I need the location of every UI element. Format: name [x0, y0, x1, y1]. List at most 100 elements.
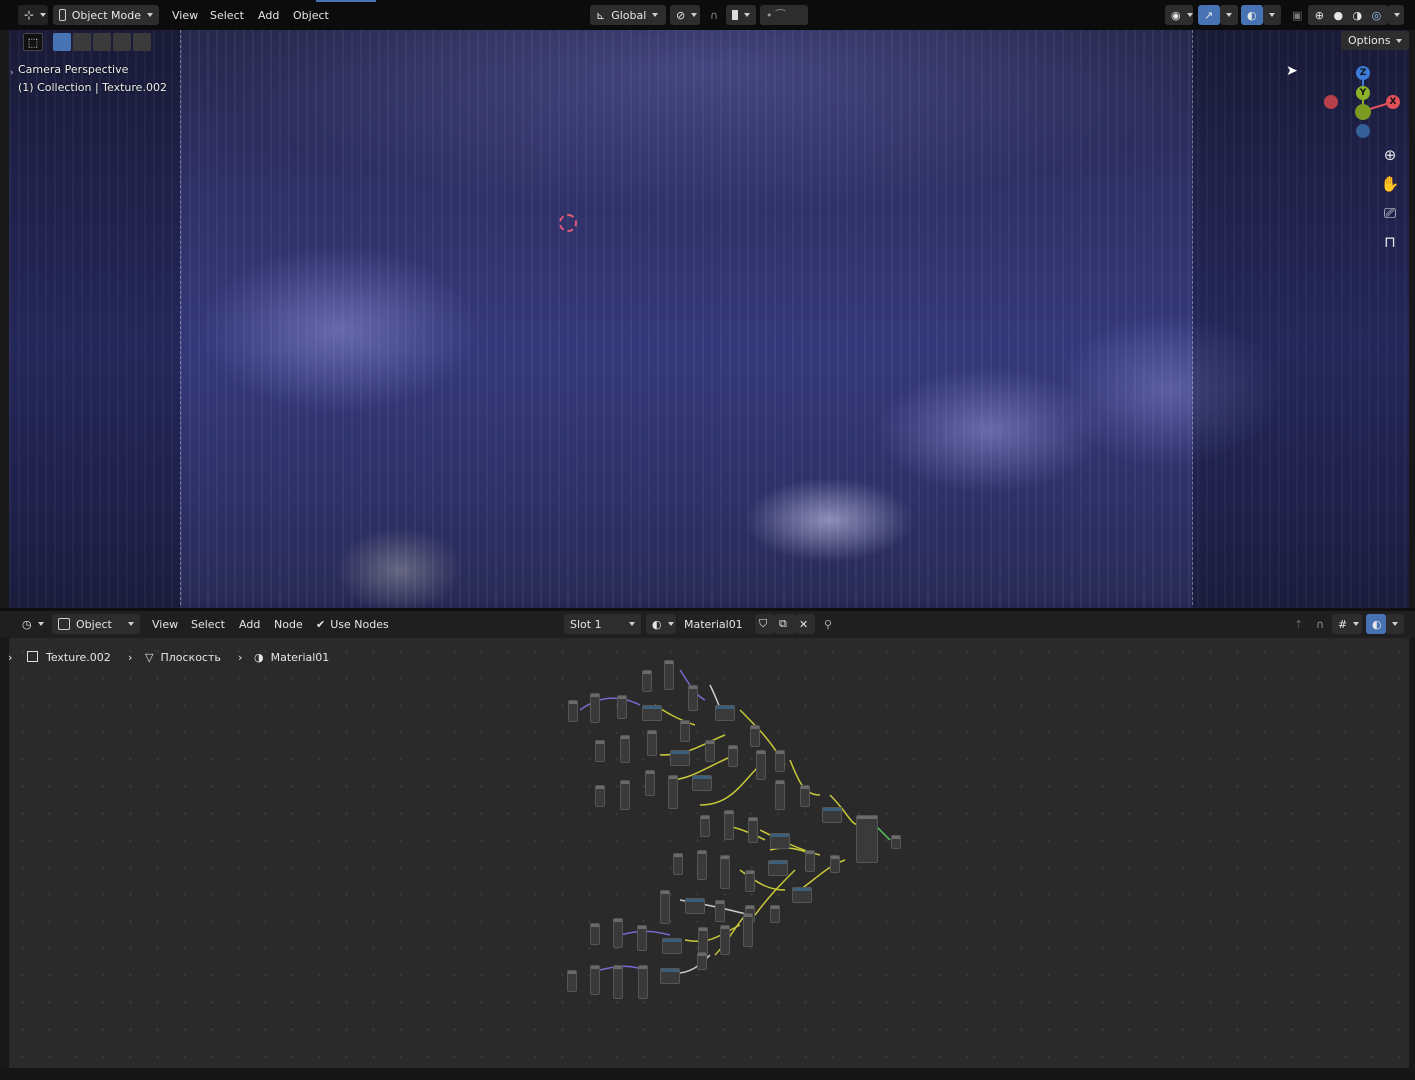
shader-type-dropdown[interactable]: Object — [52, 614, 140, 634]
xray-toggle[interactable]: ▣ — [1286, 5, 1306, 25]
node[interactable] — [720, 855, 730, 889]
node[interactable] — [638, 965, 648, 999]
visibility-dropdown[interactable]: ◉ — [1165, 5, 1193, 25]
material-shading-icon[interactable]: ◑ — [1353, 9, 1363, 22]
node[interactable] — [692, 775, 712, 791]
node[interactable] — [822, 807, 842, 823]
node[interactable] — [664, 660, 674, 690]
slot-dropdown[interactable]: Slot 1 — [564, 614, 641, 634]
node[interactable] — [645, 770, 655, 796]
node[interactable] — [830, 855, 840, 873]
node[interactable] — [697, 952, 707, 970]
shading-buttons[interactable]: ⊕ ● ◑ ◎ — [1308, 5, 1388, 25]
node[interactable] — [668, 775, 678, 809]
select-tool-icon[interactable]: ⬚ — [23, 33, 43, 51]
gizmo-z-axis[interactable]: Z — [1356, 66, 1370, 80]
node-overlays-dropdown[interactable] — [1386, 614, 1404, 634]
node-snap-dropdown[interactable]: # — [1332, 614, 1362, 634]
shading-dropdown[interactable] — [1388, 5, 1404, 25]
gizmo-x-axis[interactable]: X — [1386, 95, 1400, 109]
select-extend-icon[interactable] — [73, 33, 91, 51]
node[interactable] — [705, 740, 715, 762]
node[interactable] — [620, 735, 630, 763]
node[interactable] — [891, 835, 901, 849]
mode-dropdown[interactable]: Object Mode — [53, 5, 159, 25]
node[interactable] — [660, 968, 680, 984]
material-name-field[interactable]: Material01 — [678, 614, 754, 634]
node[interactable] — [800, 785, 810, 807]
node[interactable] — [662, 938, 682, 954]
node[interactable] — [748, 817, 758, 843]
select-new-icon[interactable] — [53, 33, 71, 51]
snap-toggle[interactable]: ∩ — [704, 5, 728, 25]
gizmo-dropdown[interactable] — [1220, 5, 1238, 25]
node[interactable] — [647, 730, 657, 756]
node[interactable] — [595, 785, 605, 807]
unlink-material-button[interactable]: ✕ — [795, 614, 815, 634]
node-menu-add[interactable]: Add — [233, 614, 266, 634]
node[interactable] — [617, 695, 627, 719]
node-menu-node[interactable]: Node — [268, 614, 309, 634]
navigation-gizmo[interactable]: Z Y X — [1319, 64, 1400, 144]
node[interactable] — [567, 970, 577, 992]
zoom-icon[interactable]: ⊕ — [1379, 144, 1401, 166]
node[interactable] — [673, 853, 683, 875]
node[interactable] — [590, 965, 600, 995]
gizmo-neg-y[interactable] — [1355, 104, 1371, 120]
gizmo-neg-z[interactable] — [1356, 124, 1370, 138]
node[interactable] — [728, 745, 738, 767]
menu-object[interactable]: Object — [287, 5, 335, 25]
node[interactable] — [688, 685, 698, 711]
select-subtract-icon[interactable] — [93, 33, 111, 51]
node[interactable] — [756, 750, 766, 780]
node[interactable] — [568, 700, 578, 722]
node[interactable] — [685, 898, 705, 914]
toolbar-expand-icon[interactable]: › — [10, 68, 14, 78]
overlays-dropdown[interactable] — [1263, 5, 1281, 25]
node[interactable] — [805, 850, 815, 872]
gizmo-y-axis[interactable]: Y — [1356, 86, 1370, 100]
node[interactable] — [700, 815, 710, 837]
overlays-toggle[interactable]: ◐ — [1241, 5, 1263, 25]
node-editor-type-button[interactable]: ◷ — [16, 614, 48, 634]
gizmo-neg-x[interactable] — [1324, 95, 1338, 109]
node-menu-select[interactable]: Select — [185, 614, 231, 634]
node[interactable] — [770, 905, 780, 923]
breadcrumb-expand-icon[interactable]: › — [8, 651, 12, 664]
fake-user-button[interactable]: ⛉ — [755, 614, 775, 634]
node[interactable] — [680, 720, 690, 742]
node[interactable] — [670, 750, 690, 766]
select-invert-icon[interactable] — [113, 33, 131, 51]
wireframe-shading-icon[interactable]: ⊕ — [1315, 9, 1324, 22]
node[interactable] — [642, 705, 662, 721]
select-intersect-icon[interactable] — [133, 33, 151, 51]
node[interactable] — [642, 670, 652, 692]
node[interactable] — [720, 925, 730, 955]
rendered-shading-icon[interactable]: ◎ — [1372, 9, 1382, 22]
menu-view[interactable]: View — [166, 5, 204, 25]
pivot-point-button[interactable]: ⊘ — [670, 5, 700, 25]
node[interactable] — [620, 780, 630, 810]
node[interactable] — [768, 860, 788, 876]
node[interactable] — [775, 750, 785, 772]
solid-shading-icon[interactable]: ● — [1333, 9, 1343, 22]
3d-cursor[interactable] — [559, 214, 577, 232]
parent-tree-button[interactable]: ⇡ — [1288, 614, 1308, 634]
pin-button[interactable]: ⚲ — [818, 614, 838, 634]
proportional-editing[interactable]: • ⁀ — [760, 5, 808, 25]
node[interactable] — [770, 833, 790, 849]
node[interactable] — [856, 815, 878, 863]
gizmo-toggle[interactable]: ↗ — [1198, 5, 1220, 25]
node[interactable] — [697, 850, 707, 880]
orientation-dropdown[interactable]: ⊾ Global — [590, 5, 666, 25]
node[interactable] — [792, 887, 812, 903]
node[interactable] — [715, 705, 735, 721]
node-overlays-toggle[interactable]: ◐ — [1366, 614, 1386, 634]
menu-select[interactable]: Select — [204, 5, 250, 25]
node[interactable] — [660, 890, 670, 924]
camera-icon[interactable]: ⎚ — [1379, 202, 1401, 224]
node[interactable] — [637, 925, 647, 951]
node[interactable] — [715, 900, 725, 922]
node[interactable] — [743, 913, 753, 947]
editor-type-button[interactable]: ⊹ — [18, 5, 48, 25]
